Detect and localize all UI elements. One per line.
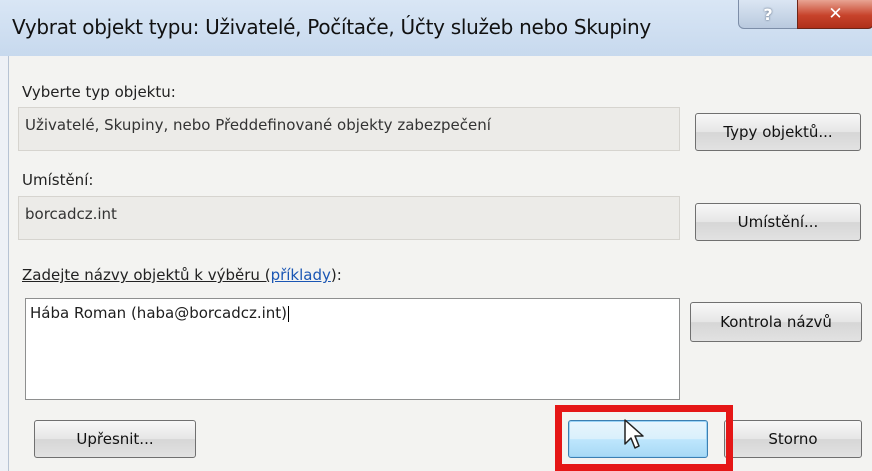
advanced-button-label: Upřesnit... <box>76 430 154 448</box>
object-types-button[interactable]: Typy objektů... <box>695 113 861 151</box>
location-label: Umístění: <box>22 171 94 189</box>
location-value: borcadcz.int <box>25 205 117 223</box>
object-type-label: Vyberte typ objektu: <box>22 83 176 101</box>
object-names-value: Hába Roman (haba@borcadcz.int) <box>30 304 288 322</box>
cancel-button[interactable]: Storno <box>724 420 862 458</box>
examples-link[interactable]: příklady <box>271 266 331 284</box>
help-button[interactable]: ? <box>738 0 798 29</box>
text-cursor <box>288 305 290 322</box>
select-object-dialog: Vybrat objekt typu: Uživatelé, Počítače,… <box>0 0 872 471</box>
title-bar[interactable]: Vybrat objekt typu: Uživatelé, Počítače,… <box>0 0 872 56</box>
ok-button[interactable] <box>568 420 708 458</box>
dialog-title: Vybrat objekt typu: Uživatelé, Počítače,… <box>12 15 651 39</box>
check-names-button-label: Kontrola názvů <box>720 313 832 331</box>
object-types-button-label: Typy objektů... <box>723 123 833 141</box>
object-type-value: Uživatelé, Skupiny, nebo Předdefinované … <box>25 116 491 134</box>
advanced-button[interactable]: Upřesnit... <box>34 420 196 458</box>
help-icon: ? <box>763 4 773 24</box>
locations-button[interactable]: Umístění... <box>695 203 861 241</box>
locations-button-label: Umístění... <box>737 213 819 231</box>
close-button[interactable]: ✕ <box>797 0 872 29</box>
names-label: Zadejte názvy objektů k výběru (příklady… <box>22 266 342 284</box>
check-names-button[interactable]: Kontrola názvů <box>690 302 862 342</box>
object-names-input[interactable]: Hába Roman (haba@borcadcz.int) <box>25 298 680 400</box>
cancel-button-label: Storno <box>768 430 818 448</box>
object-type-field: Uživatelé, Skupiny, nebo Předdefinované … <box>18 107 680 151</box>
close-icon: ✕ <box>828 4 843 24</box>
names-label-prefix: Zadejte názvy objektů k výběru ( <box>22 266 271 284</box>
names-label-suffix: ): <box>330 266 342 284</box>
location-field: borcadcz.int <box>18 196 680 240</box>
